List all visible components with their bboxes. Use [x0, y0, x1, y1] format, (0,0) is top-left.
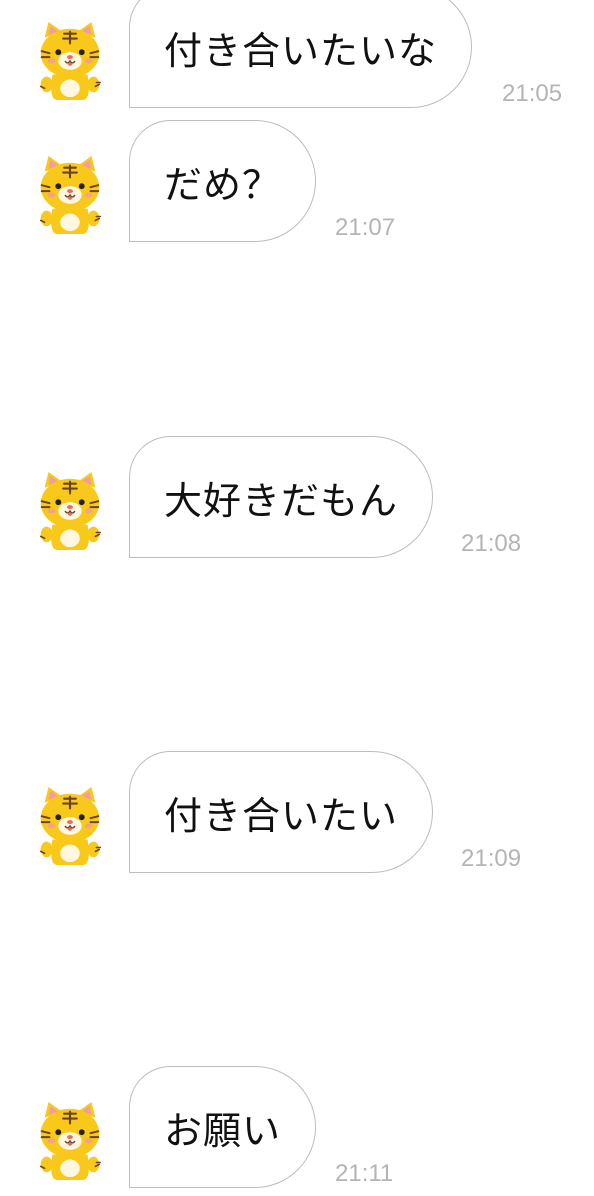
message-row: 付き合いたいな 21:05 [0, 0, 594, 116]
message-text: 付き合いたい [164, 793, 399, 838]
message-text: 大好きだもん [164, 478, 399, 523]
tiger-avatar-icon[interactable] [34, 785, 106, 867]
message-timestamp: 21:05 [502, 80, 563, 107]
tiger-avatar-icon[interactable] [34, 154, 106, 236]
message-text: 付き合いたいな [164, 28, 438, 73]
message-bubble[interactable]: 付き合いたい [129, 751, 434, 873]
message-timestamp: 21:07 [335, 214, 396, 241]
message-timestamp: 21:08 [461, 530, 522, 557]
message-bubble[interactable]: 付き合いたいな [129, 0, 473, 108]
message-bubble[interactable]: だめ？ [129, 120, 317, 242]
message-row: 大好きだもん 21:08 [0, 436, 594, 566]
message-row: だめ？ 21:07 [0, 120, 594, 250]
tiger-avatar-icon[interactable] [34, 1100, 106, 1182]
tiger-avatar-icon[interactable] [34, 20, 106, 102]
message-timestamp: 21:09 [461, 845, 522, 872]
tiger-avatar-icon[interactable] [34, 470, 106, 552]
message-row: 付き合いたい 21:09 [0, 751, 594, 881]
message-text: お願い [164, 1108, 282, 1153]
message-bubble[interactable]: 大好きだもん [129, 436, 434, 558]
message-text: だめ？ [164, 162, 282, 207]
message-bubble[interactable]: お願い [129, 1066, 317, 1188]
message-row: お願い 21:11 [0, 1066, 594, 1196]
